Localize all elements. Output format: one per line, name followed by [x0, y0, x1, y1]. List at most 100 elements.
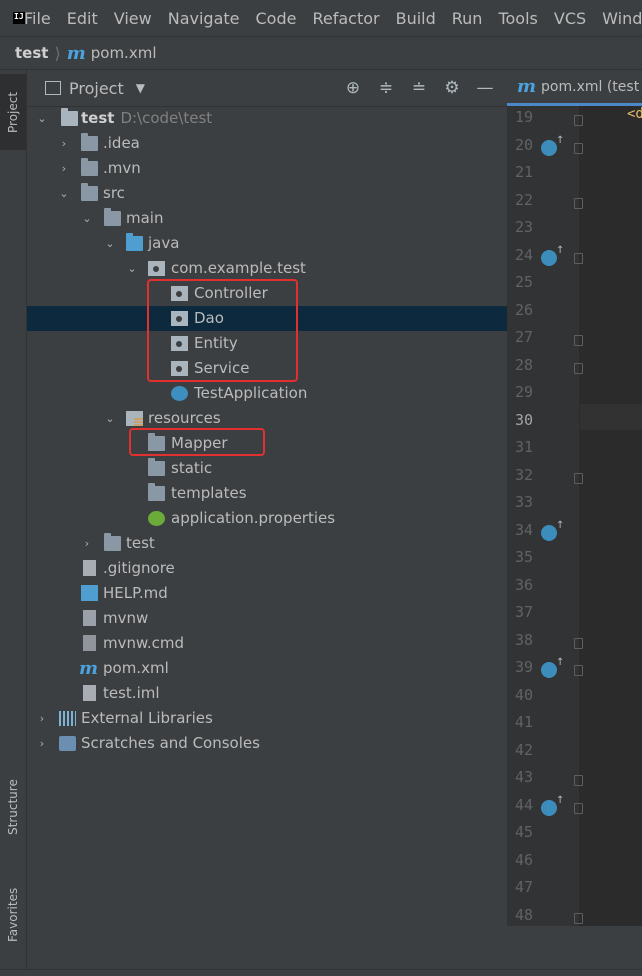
line-number: 39	[514, 658, 533, 676]
chevron-right-icon[interactable]: ›	[58, 131, 70, 156]
fold-marker-icon[interactable]	[574, 802, 583, 814]
chevron-down-icon[interactable]: ▼	[136, 81, 145, 95]
tree-item-help[interactable]: HELP.md	[27, 581, 507, 606]
project-panel-title[interactable]: Project	[69, 79, 124, 98]
package-icon	[171, 286, 188, 301]
tree-item-package[interactable]: ⌄ com.example.test	[27, 256, 507, 281]
breadcrumb-project[interactable]: test	[15, 44, 48, 62]
tree-item-main[interactable]: ⌄ main	[27, 206, 507, 231]
chevron-down-icon[interactable]: ⌄	[58, 181, 70, 206]
fold-marker-icon[interactable]	[574, 362, 583, 374]
locate-file-icon[interactable]: ⊕	[342, 77, 364, 99]
editor-tab-pom[interactable]: m pom.xml (test	[507, 70, 642, 106]
project-panel: Project ▼ ⊕ ≑ ≐ ⚙ — ⌄ test D:\code\test ›…	[27, 70, 507, 976]
chevron-down-icon[interactable]: ⌄	[126, 256, 138, 281]
fold-marker-icon[interactable]	[574, 665, 583, 676]
tree-label: com.example.test	[171, 259, 306, 277]
line-number: 45	[514, 823, 533, 841]
fold-marker-icon[interactable]	[574, 115, 583, 126]
line-number: 48	[514, 905, 533, 924]
chevron-right-icon[interactable]: ›	[36, 706, 48, 731]
folder-icon	[104, 533, 121, 551]
fold-marker-icon[interactable]	[574, 142, 583, 154]
menu-run[interactable]: Run	[452, 9, 483, 28]
status-bar	[0, 969, 642, 976]
menu-file[interactable]: File	[24, 9, 51, 28]
menu-bar: IJ File Edit View Navigate Code Refactor…	[0, 0, 642, 37]
fold-marker-icon[interactable]	[574, 637, 583, 649]
code-text[interactable]: <d	[627, 106, 642, 122]
tree-item-external-libraries[interactable]: › External Libraries	[27, 706, 507, 731]
tree-item-mvnw[interactable]: mvnw	[27, 606, 507, 631]
tree-item-mvnw-cmd[interactable]: mvnw.cmd	[27, 631, 507, 656]
tree-item-static[interactable]: static	[27, 456, 507, 481]
tree-item-dao[interactable]: Dao	[27, 306, 507, 331]
tree-item-pom[interactable]: m pom.xml	[27, 656, 507, 681]
folder-icon	[148, 483, 165, 501]
menu-code[interactable]: Code	[256, 9, 297, 28]
spring-boot-app-icon	[171, 386, 188, 401]
overridden-method-icon[interactable]	[541, 520, 564, 541]
module-file-icon	[83, 685, 96, 701]
menu-refactor[interactable]: Refactor	[312, 9, 379, 28]
tree-item-resources[interactable]: ⌄ resources	[27, 406, 507, 431]
gear-icon[interactable]: ⚙	[441, 77, 463, 99]
tree-item-java[interactable]: ⌄ java	[27, 231, 507, 256]
overridden-method-icon[interactable]	[541, 245, 564, 266]
tree-item-application-properties[interactable]: application.properties	[27, 506, 507, 531]
tree-item-mvn[interactable]: › .mvn	[27, 156, 507, 181]
fold-marker-icon[interactable]	[574, 472, 583, 484]
tree-item-src[interactable]: ⌄ src	[27, 181, 507, 206]
chevron-right-icon[interactable]: ›	[58, 156, 70, 181]
tree-item-controller[interactable]: Controller	[27, 281, 507, 306]
menu-view[interactable]: View	[114, 9, 152, 28]
line-number: 30	[514, 410, 533, 429]
tree-label: Mapper	[171, 434, 228, 452]
tab-structure[interactable]: Structure	[0, 764, 26, 850]
chevron-down-icon[interactable]: ⌄	[104, 406, 116, 431]
menu-tools[interactable]: Tools	[498, 9, 537, 28]
tree-item-test-iml[interactable]: test.iml	[27, 681, 507, 706]
fold-marker-icon[interactable]	[574, 252, 583, 264]
tree-item-root[interactable]: ⌄ test D:\code\test	[27, 106, 507, 131]
tree-item-entity[interactable]: Entity	[27, 331, 507, 356]
overridden-method-icon[interactable]	[541, 795, 564, 816]
menu-window[interactable]: Window	[602, 9, 642, 28]
chevron-down-icon[interactable]: ⌄	[36, 106, 48, 131]
chevron-right-icon[interactable]: ›	[36, 731, 48, 756]
tree-item-scratches[interactable]: › Scratches and Consoles	[27, 731, 507, 756]
chevron-right-icon[interactable]: ›	[81, 531, 93, 556]
current-line-highlight	[580, 404, 642, 430]
editor-gutter[interactable]: 19 20 21 22 23 24 25 26 27 28 29 30 31 32 33 34 35 36 37 38…	[507, 106, 583, 926]
tree-item-test-application[interactable]: TestApplication	[27, 381, 507, 406]
tree-label: test	[126, 534, 155, 552]
tree-item-templates[interactable]: templates	[27, 481, 507, 506]
tree-item-gitignore[interactable]: .gitignore	[27, 556, 507, 581]
chevron-down-icon[interactable]: ⌄	[104, 231, 116, 256]
menu-vcs[interactable]: VCS	[554, 9, 586, 28]
folder-icon	[148, 433, 165, 451]
breadcrumb-file[interactable]: pom.xml	[91, 44, 157, 62]
tree-item-mapper[interactable]: Mapper	[27, 431, 507, 456]
expand-all-icon[interactable]: ≑	[375, 77, 397, 99]
editor-tab-label: pom.xml (test	[541, 78, 640, 95]
collapse-all-icon[interactable]: ≐	[408, 77, 430, 99]
menu-navigate[interactable]: Navigate	[168, 9, 240, 28]
markdown-file-icon	[81, 585, 98, 601]
hide-icon[interactable]: —	[474, 77, 496, 99]
fold-marker-icon[interactable]	[574, 197, 583, 209]
chevron-down-icon[interactable]: ⌄	[81, 206, 93, 231]
fold-marker-icon[interactable]	[574, 775, 583, 786]
maven-file-icon: m	[66, 42, 86, 64]
fold-marker-icon[interactable]	[574, 912, 583, 924]
menu-build[interactable]: Build	[396, 9, 436, 28]
menu-edit[interactable]: Edit	[67, 9, 98, 28]
tree-item-service[interactable]: Service	[27, 356, 507, 381]
fold-marker-icon[interactable]	[574, 335, 583, 346]
tab-favorites[interactable]: Favorites	[0, 870, 26, 960]
tab-project[interactable]: Project	[0, 74, 26, 150]
tree-item-idea[interactable]: › .idea	[27, 131, 507, 156]
overridden-method-icon[interactable]	[541, 135, 564, 156]
tree-item-test[interactable]: › test	[27, 531, 507, 556]
overridden-method-icon[interactable]	[541, 657, 564, 678]
